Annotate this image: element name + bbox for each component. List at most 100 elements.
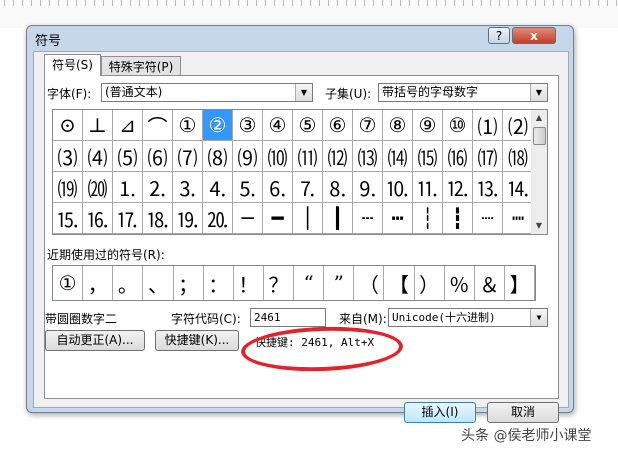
symbol-cell[interactable]: ⒓ [443,172,473,203]
symbol-cell[interactable]: ⑾ [293,141,323,172]
recent-symbol-cell[interactable]: 。 [113,266,144,300]
title-bar[interactable]: 符号 ? x [27,26,573,50]
recent-symbol-cell[interactable]: “ [294,266,325,300]
symbol-cell[interactable]: ━ [263,203,293,234]
insert-button[interactable]: 插入(I) [404,402,476,423]
recent-symbols-list[interactable]: ①，。、；：！？ “” （【）％＆】 [52,265,536,301]
recent-symbol-cell[interactable]: ） [415,266,445,300]
symbol-cell[interactable]: ⒁ [383,141,413,172]
symbol-cell[interactable]: ⒖ [53,203,83,234]
symbol-cell[interactable]: ⑤ [293,110,323,141]
symbol-cell[interactable]: ⒑ [383,172,413,203]
tab-special-characters[interactable]: 特殊字符(P) [101,56,181,76]
symbol-cell[interactable]: ⌒ [143,110,173,141]
recent-symbol-cell[interactable]: ： [204,266,234,300]
symbol-cell[interactable]: ⒙ [143,203,173,234]
symbol-cell[interactable]: ⑨ [413,110,443,141]
symbol-cell[interactable]: ⑼ [233,141,263,172]
chevron-down-icon[interactable]: ▼ [530,84,547,101]
symbol-cell[interactable]: ┄ [353,203,383,234]
symbol-cell[interactable]: ⒚ [173,203,203,234]
recent-symbol-cell[interactable]: 】 [505,266,535,300]
symbol-cell[interactable]: ⑹ [143,141,173,172]
symbol-cell[interactable]: ⒃ [443,141,473,172]
symbol-cell[interactable]: ⒒ [413,172,443,203]
recent-symbol-cell[interactable]: 、 [143,266,174,300]
cancel-button[interactable]: 取消 [487,402,559,423]
recent-symbol-cell[interactable]: ！ [234,266,264,300]
symbol-cell[interactable]: ⒎ [293,172,323,203]
recent-symbol-cell[interactable]: ① [53,266,84,300]
chevron-down-icon[interactable]: ▼ [530,309,547,326]
symbol-grid-scrollbar[interactable]: ▲ ▼ [531,109,548,235]
font-select[interactable]: (普通文本) ▼ [101,83,313,102]
symbol-cell[interactable]: ⑩ [443,110,473,141]
symbol-cell[interactable]: ⒗ [83,203,113,234]
symbol-cell[interactable]: ⑴ [473,110,503,141]
symbol-cell[interactable]: ┈ [473,203,503,234]
symbol-cell[interactable]: ⑽ [263,141,293,172]
symbol-cell[interactable]: ⒅ [503,141,533,172]
symbol-cell[interactable]: ┇ [443,203,473,234]
symbol-cell[interactable]: ④ [263,110,293,141]
symbol-cell[interactable]: ⒐ [353,172,383,203]
symbol-cell[interactable]: ⑵ [503,110,533,141]
help-button[interactable]: ? [488,27,510,44]
autocorrect-button[interactable]: 自动更正(A)... [45,330,145,351]
symbol-cell[interactable]: ⒀ [353,141,383,172]
shortcut-key-button[interactable]: 快捷键(K)... [155,330,239,351]
recent-symbol-cell[interactable]: ” [324,266,355,300]
symbol-cell[interactable]: ⑿ [323,141,353,172]
symbol-cell[interactable]: ⒌ [233,172,263,203]
symbol-cell[interactable]: ⒛ [203,203,233,234]
scroll-down-icon[interactable]: ▼ [531,218,547,234]
symbol-cell[interactable]: ③ [233,110,263,141]
recent-symbol-cell[interactable]: ？ [264,266,294,300]
symbol-cell[interactable]: ⒆ [53,172,83,203]
subset-select[interactable]: 带括号的字母数字 ▼ [378,83,548,102]
symbol-cell[interactable]: ┅ [383,203,413,234]
symbol-cell[interactable]: ⑸ [113,141,143,172]
symbol-cell[interactable]: │ [293,203,323,234]
symbol-cell[interactable]: ⒈ [113,172,143,203]
symbol-cell[interactable]: ⒔ [473,172,503,203]
symbol-cell[interactable]: ⒄ [473,141,503,172]
recent-symbol-cell[interactable]: （ [354,266,385,300]
recent-symbol-cell[interactable]: 【 [384,266,415,300]
symbol-cell[interactable]: ⑶ [53,141,83,172]
symbol-cell[interactable]: ⒉ [143,172,173,203]
symbol-cell[interactable]: ─ [233,203,263,234]
symbol-cell[interactable]: ⊥ [83,110,113,141]
recent-symbol-cell[interactable]: ％ [445,266,475,300]
symbol-cell[interactable]: ⒍ [263,172,293,203]
scroll-up-icon[interactable]: ▲ [531,110,547,126]
symbol-cell[interactable]: ⑷ [83,141,113,172]
symbol-cell[interactable]: ⑦ [353,110,383,141]
symbol-cell[interactable]: ⊙ [53,110,83,141]
recent-symbol-cell[interactable]: ＆ [475,266,505,300]
from-select[interactable]: Unicode(十六进制) ▼ [388,308,548,327]
symbol-cell[interactable]: ⑥ [323,110,353,141]
char-code-input[interactable]: 2461 [250,308,326,327]
symbol-cell[interactable]: ┉ [503,203,533,234]
symbol-cell[interactable]: ⑻ [203,141,233,172]
symbol-cell[interactable]: ① [173,110,203,141]
symbol-cell[interactable]: ⒕ [503,172,533,203]
symbol-cell[interactable]: ⑧ [383,110,413,141]
symbol-cell[interactable]: ⒋ [203,172,233,203]
symbol-cell[interactable]: ⒇ [83,172,113,203]
symbol-cell[interactable]: ⊿ [113,110,143,141]
symbol-cell[interactable]: ┆ [413,203,443,234]
symbol-grid[interactable]: ⊙ ⊥ ⊿ ⌒ ① ② ③ ④ ⑤ ⑥ ⑦ ⑧ ⑨ ⑩ ⑴ ⑵ ⑶ ⑷ ⑸ ⑹ ⑺ ⑻ ⑼ ⑽ ⑾ ⑿ ⒀ ⒁ ⒂ ⒃ ⒄ ⒅ ⒆ ⒇ ⒈ ⒉ ⒊ ⒋ ⒌ ⒍… [52,109,533,235]
chevron-down-icon[interactable]: ▼ [295,84,312,101]
close-button[interactable]: x [512,27,556,44]
symbol-cell[interactable]: ⑺ [173,141,203,172]
symbol-cell[interactable]: ⒂ [413,141,443,172]
scrollbar-thumb[interactable] [533,127,546,145]
recent-symbol-cell[interactable]: ， [83,266,114,300]
symbol-cell[interactable]: ② [203,110,233,141]
symbol-cell[interactable]: ⒏ [323,172,353,203]
tab-symbols[interactable]: 符号(S) [44,54,101,76]
symbol-cell[interactable]: ┃ [323,203,353,234]
recent-symbol-cell[interactable]: ； [174,266,204,300]
